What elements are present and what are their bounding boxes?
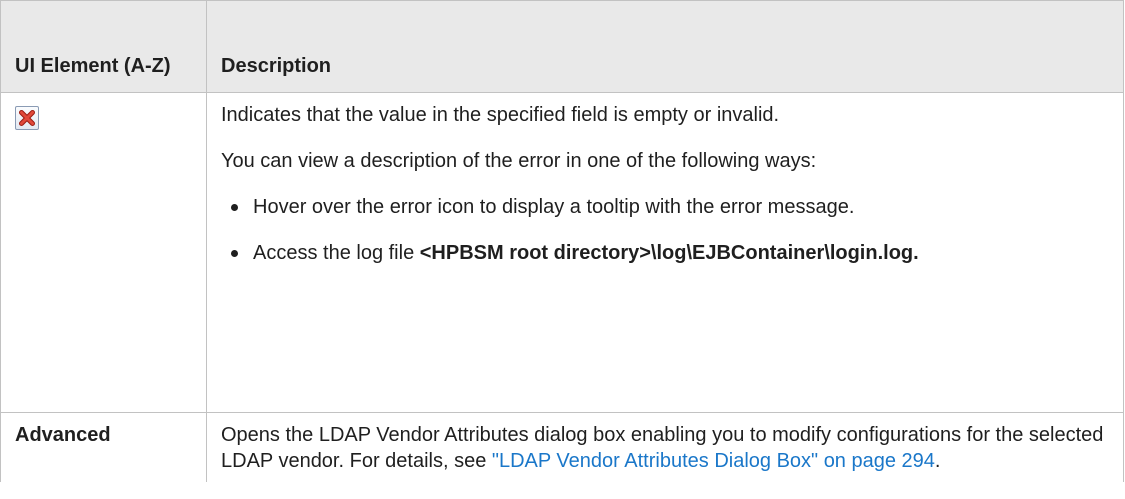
- error-ways-list: Hover over the error icon to display a t…: [221, 194, 1109, 266]
- list-item: Access the log file <HPBSM root director…: [221, 240, 1109, 266]
- bullet-hover-text: Hover over the error icon to display a t…: [253, 196, 855, 218]
- advanced-description-suffix: .: [934, 450, 941, 472]
- description-cell: Indicates that the value in the specifie…: [206, 92, 1124, 413]
- description-cell: Opens the LDAP Vendor Attributes dialog …: [206, 412, 1124, 482]
- advanced-element-name: Advanced: [15, 424, 111, 446]
- ui-element-cell: [0, 92, 207, 413]
- ui-element-cell: Advanced: [0, 412, 207, 482]
- table-row: Indicates that the value in the specifie…: [0, 92, 1124, 413]
- list-item: Hover over the error icon to display a t…: [221, 194, 1109, 220]
- bullet-log-prefix: Access the log file: [253, 242, 420, 264]
- column-header-ui-element: UI Element (A-Z): [0, 0, 207, 93]
- ui-elements-table: UI Element (A-Z) Description Indicates t…: [0, 0, 1124, 482]
- table-header-row: UI Element (A-Z) Description: [0, 0, 1124, 93]
- error-x-icon: [15, 106, 39, 130]
- error-ways-text: You can view a description of the error …: [221, 150, 817, 172]
- table-row: Advanced Opens the LDAP Vendor Attribute…: [0, 412, 1124, 482]
- error-intro-text: Indicates that the value in the specifie…: [221, 104, 780, 126]
- column-header-description: Description: [206, 0, 1124, 93]
- ldap-vendor-attributes-link[interactable]: "LDAP Vendor Attributes Dialog Box" on p…: [492, 450, 935, 472]
- log-file-path: <HPBSM root directory>\log\EJBContainer\…: [419, 242, 919, 264]
